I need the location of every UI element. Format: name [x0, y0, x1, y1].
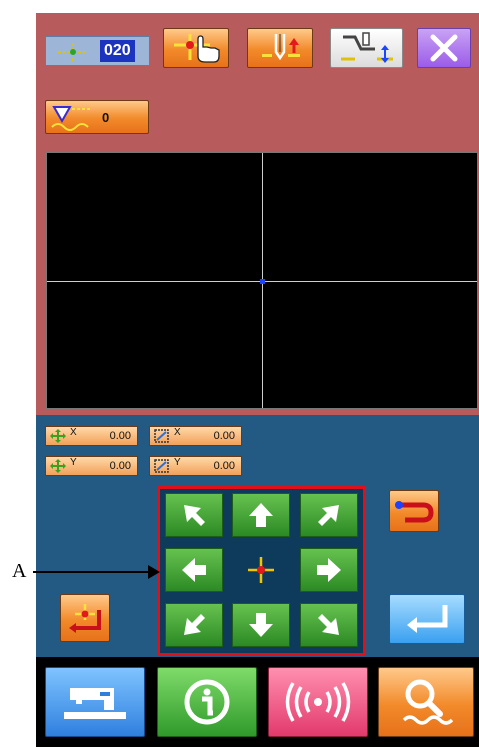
stitch-counter-icon [51, 106, 90, 131]
info-icon [184, 679, 230, 725]
move-x-value: 0.00 [109, 430, 131, 442]
enter-icon [407, 605, 448, 633]
arrow-up-right-icon [318, 505, 339, 526]
move-down-left-button[interactable] [165, 603, 223, 647]
search-button[interactable] [378, 667, 474, 737]
size-x-readout: X 0.00 [149, 426, 242, 446]
speed-value: 020 [100, 40, 135, 62]
direction-pad [157, 486, 366, 656]
move-x-readout: X 0.00 [45, 426, 138, 446]
annotation-marker: A [12, 560, 27, 582]
needle-up-icon [262, 34, 300, 61]
needle-up-button[interactable] [247, 28, 313, 68]
speed-display[interactable]: 020 [45, 36, 150, 66]
sewing-machine-icon [64, 688, 126, 719]
size-y-value: 0.00 [213, 460, 235, 472]
arrow-down-left-icon [184, 614, 205, 635]
stitch-count-value: 0 [102, 109, 110, 125]
move-up-button[interactable] [232, 493, 290, 537]
move-up-right-button[interactable] [300, 493, 358, 537]
move-down-button[interactable] [232, 603, 290, 647]
annotation-arrow-head [148, 565, 160, 579]
arrow-right-icon [317, 558, 341, 582]
jog-center-point[interactable] [232, 548, 290, 592]
arrow-down-right-icon [318, 614, 339, 635]
stitch-counter-button[interactable]: 0 [45, 100, 149, 134]
move-left-button[interactable] [165, 548, 223, 592]
return-icon [395, 501, 434, 523]
size-y-axis-label: Y [174, 456, 181, 468]
move-y-readout: Y 0.00 [45, 456, 138, 476]
home-position-button[interactable] [60, 594, 110, 642]
arrow-left-icon [182, 558, 206, 582]
origin-touch-button[interactable] [163, 28, 229, 68]
move-y-value: 0.00 [109, 460, 131, 472]
arrow-up-left-icon [184, 505, 205, 526]
size-x-axis-label: X [174, 426, 181, 438]
communication-button[interactable] [268, 667, 368, 737]
presser-foot-button[interactable] [330, 28, 403, 68]
annotation-arrow-line [33, 571, 151, 573]
origin-touch-icon [174, 34, 220, 63]
arrow-up-icon [249, 503, 273, 527]
move-x-icon [50, 429, 66, 443]
enter-button[interactable] [389, 594, 465, 644]
move-down-right-button[interactable] [300, 603, 358, 647]
close-button[interactable] [417, 28, 471, 68]
center-crosshair-icon [248, 557, 274, 583]
communication-icon [285, 682, 351, 722]
move-y-icon [50, 459, 66, 473]
move-x-axis-label: X [70, 426, 77, 438]
move-y-axis-label: Y [70, 456, 77, 468]
pattern-preview-canvas[interactable] [46, 152, 478, 409]
return-button[interactable] [389, 490, 439, 532]
move-up-left-button[interactable] [165, 493, 223, 537]
close-icon [430, 34, 458, 62]
size-y-icon [154, 459, 169, 473]
size-y-readout: Y 0.00 [149, 456, 242, 476]
home-position-icon [69, 604, 101, 633]
needle-position-marker [260, 279, 265, 284]
move-right-button[interactable] [300, 548, 358, 592]
info-button[interactable] [157, 667, 257, 737]
needle-speed-icon [58, 43, 88, 61]
size-x-value: 0.00 [213, 430, 235, 442]
size-x-icon [154, 429, 169, 443]
sewing-machine-button[interactable] [45, 667, 145, 737]
search-icon [402, 679, 454, 725]
arrow-down-icon [249, 613, 273, 637]
presser-foot-icon [340, 32, 393, 63]
